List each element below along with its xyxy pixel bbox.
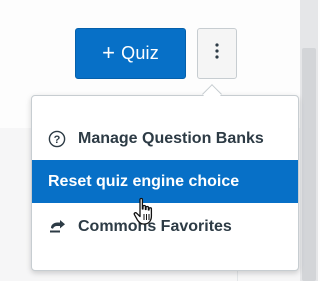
more-options-button[interactable] bbox=[197, 28, 237, 79]
menu-item-reset-quiz-engine-choice[interactable]: Reset quiz engine choice bbox=[32, 160, 298, 203]
add-quiz-button[interactable]: + Quiz bbox=[75, 28, 186, 79]
commons-share-icon bbox=[48, 218, 66, 236]
vertical-ellipsis-icon bbox=[215, 43, 219, 64]
menu-item-label: Manage Question Banks bbox=[78, 130, 264, 147]
menu-item-manage-question-banks[interactable]: ? Manage Question Banks bbox=[32, 118, 298, 160]
menu-item-commons-favorites[interactable]: Commons Favorites bbox=[32, 206, 298, 248]
plus-icon: + bbox=[102, 39, 116, 65]
hand-pointer-icon bbox=[132, 197, 158, 227]
scrollbar-thumb[interactable] bbox=[302, 48, 316, 281]
menu-item-label: Reset quiz engine choice bbox=[48, 172, 240, 190]
question-circle-icon: ? bbox=[48, 130, 66, 148]
options-dropdown-menu: ? Manage Question Banks Reset quiz engin… bbox=[31, 95, 299, 271]
svg-text:?: ? bbox=[54, 134, 61, 146]
add-quiz-button-label: Quiz bbox=[121, 43, 159, 63]
